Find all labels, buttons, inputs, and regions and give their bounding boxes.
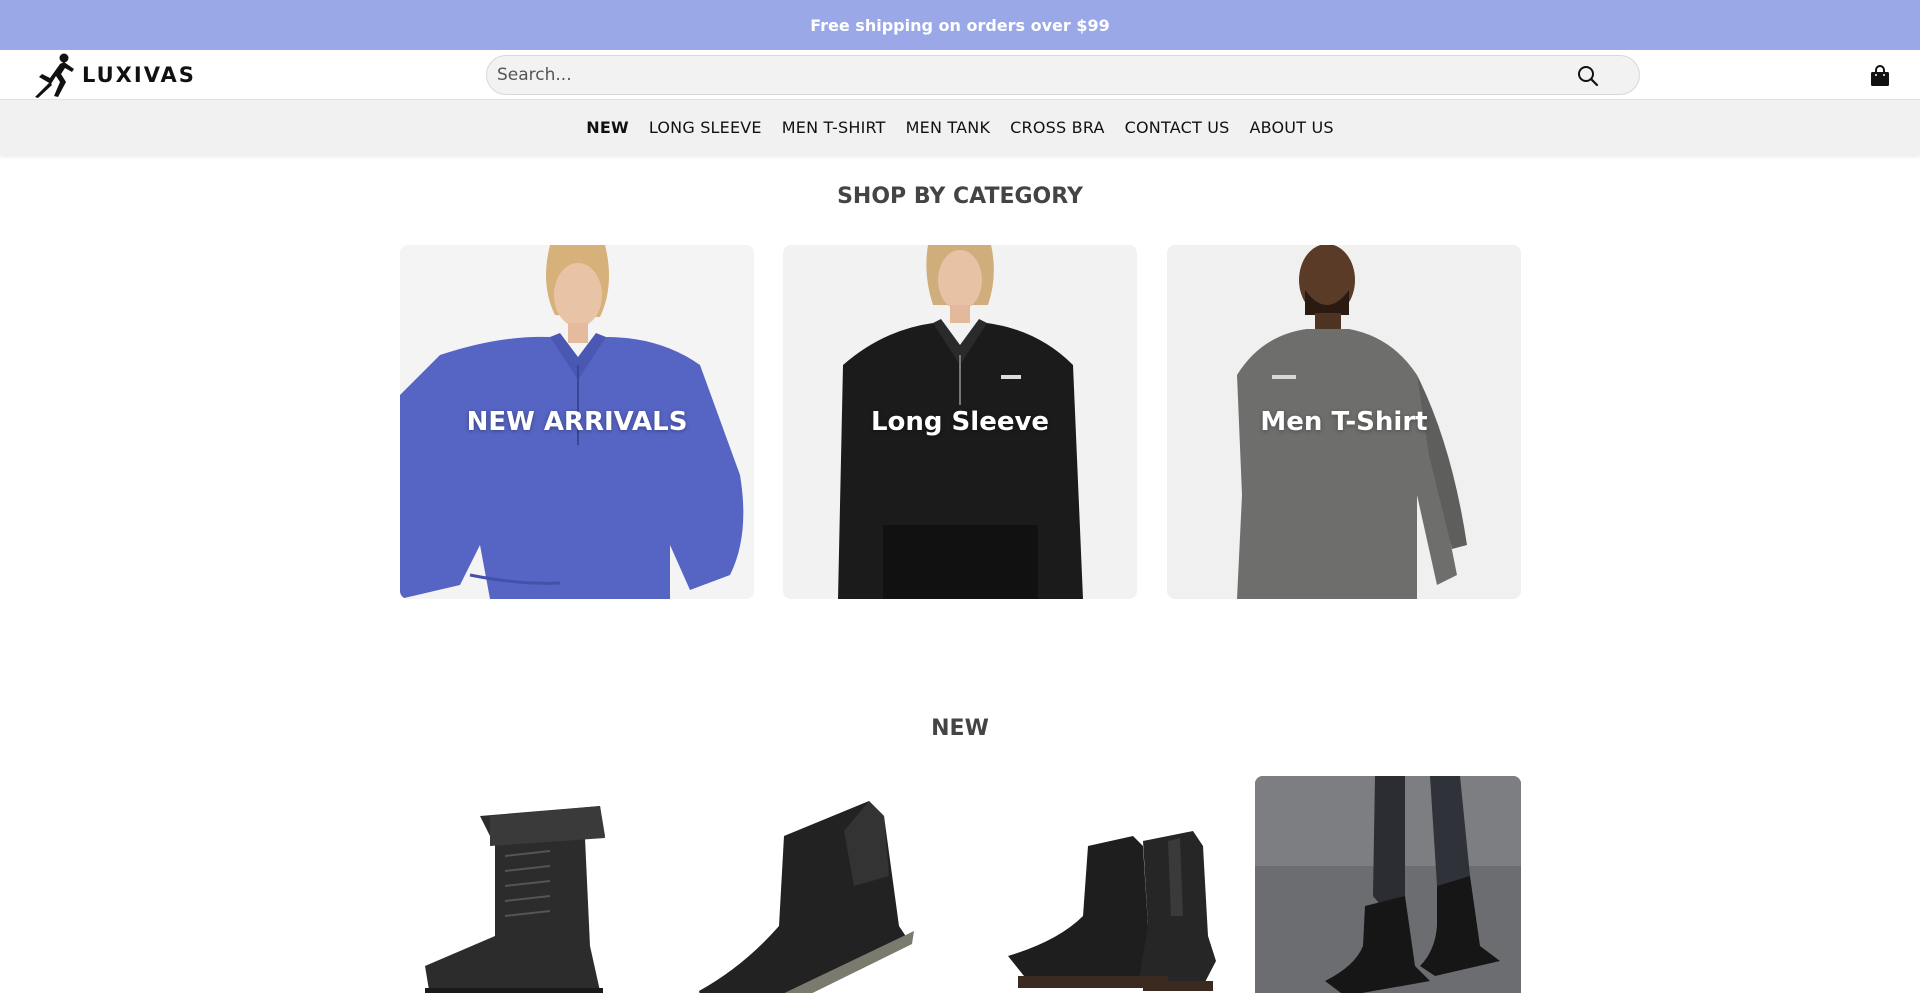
- search-icon[interactable]: [1577, 65, 1599, 87]
- nav-item-men-t-shirt[interactable]: MEN T-SHIRT: [782, 118, 886, 137]
- announcement-bar: Free shipping on orders over $99: [0, 0, 1920, 50]
- product-card[interactable]: [968, 776, 1234, 993]
- nav-item-cross-bra[interactable]: CROSS BRA: [1010, 118, 1104, 137]
- category-label: NEW ARRIVALS: [466, 407, 688, 437]
- product-image-chelsea-boot: [684, 776, 950, 993]
- nav-item-new[interactable]: NEW: [586, 118, 629, 137]
- runner-logo-icon: [35, 53, 74, 98]
- brand-name: LUXIVAS: [82, 63, 196, 87]
- category-grid: NEW ARRIVALS Long Sleeve Men T-Shirt: [400, 245, 1521, 600]
- category-card-men-t-shirt[interactable]: Men T-Shirt: [1167, 245, 1521, 599]
- category-card-new-arrivals[interactable]: NEW ARRIVALS: [400, 245, 754, 599]
- nav-item-long-sleeve[interactable]: LONG SLEEVE: [649, 118, 762, 137]
- product-card[interactable]: [400, 776, 666, 993]
- search-bar: [486, 55, 1640, 95]
- search-input[interactable]: [497, 60, 1557, 90]
- product-image-lace-up-boot: [400, 776, 666, 993]
- cart-icon[interactable]: [1868, 64, 1892, 88]
- site-header: LUXIVAS: [0, 50, 1920, 100]
- new-section-heading: NEW: [931, 716, 989, 741]
- category-label: Men T-Shirt: [1260, 407, 1428, 437]
- new-products-grid: [400, 776, 1521, 993]
- product-image-chelsea-boot-pair: [968, 776, 1234, 993]
- product-card[interactable]: [684, 776, 950, 993]
- nav-item-about-us[interactable]: ABOUT US: [1249, 118, 1333, 137]
- product-card[interactable]: [1255, 776, 1521, 993]
- main-nav: NEW LONG SLEEVE MEN T-SHIRT MEN TANK CRO…: [0, 100, 1920, 155]
- category-card-long-sleeve[interactable]: Long Sleeve: [783, 245, 1137, 599]
- product-image-boot-lifestyle-photo: [1255, 776, 1521, 993]
- nav-item-men-tank[interactable]: MEN TANK: [906, 118, 991, 137]
- brand-logo[interactable]: LUXIVAS: [30, 52, 196, 98]
- shop-by-category-heading: SHOP BY CATEGORY: [837, 184, 1083, 209]
- category-label: Long Sleeve: [870, 407, 1050, 437]
- nav-item-contact-us[interactable]: CONTACT US: [1125, 118, 1230, 137]
- announcement-text: Free shipping on orders over $99: [810, 15, 1110, 35]
